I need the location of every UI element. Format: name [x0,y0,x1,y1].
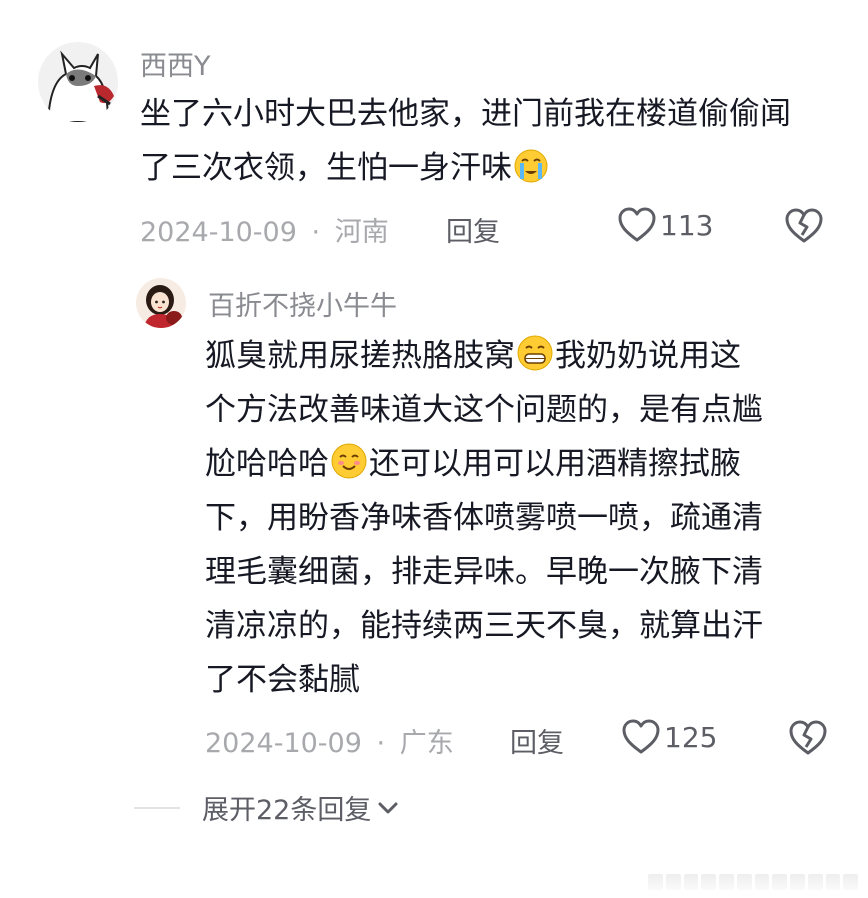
like-count: 113 [660,208,714,242]
chevron-down-icon [378,802,398,813]
like-button[interactable]: 125 [622,719,717,755]
reply-line: 狐臭就用尿搓热胳肢窝 [205,338,515,374]
avatar[interactable] [136,278,186,328]
meta-separator: · [376,728,386,759]
like-count: 125 [664,720,718,754]
reply-line: 下，用盼香净味香体喷雾喷一喷，疏通清 [205,500,763,536]
reply-content: 狐臭就用尿搓热胳肢窝 我奶奶说用这 个方法改善味道大这个问题的，是有点尴 尬哈哈哈… [205,329,763,707]
reply-button[interactable]: 回复 [446,210,500,249]
reply-line: 尬哈哈哈 [205,446,329,482]
comment-meta: 2024-10-09 · 河南 [140,210,389,249]
comment-username[interactable]: 西西Y [140,44,211,83]
expand-replies-button[interactable]: 展开22条回复 [134,788,401,827]
watermark [648,874,858,890]
comment-content: 坐了六小时大巴去他家，进门前我在楼道偷偷闻 了三次衣领，生怕一身汗味 [140,87,791,195]
smiling-face-emoji-icon [331,442,367,496]
cat-avatar-icon [38,42,118,122]
reply-date: 2024-10-09 [205,728,362,759]
comment-date: 2024-10-09 [140,217,297,248]
reply-line: 了不会黏腻 [205,662,360,698]
girl-avatar-icon [136,278,186,328]
dislike-button[interactable] [785,208,823,248]
reply-line: 理毛囊细菌，排走异味。早晚一次腋下清 [205,554,763,590]
heart-icon [618,207,656,242]
reply-line: 个方法改善味道大这个问题的，是有点尴 [205,392,763,428]
reply-username[interactable]: 百折不挠小牛牛 [208,284,397,323]
expand-replies-label: 展开22条回复 [202,795,372,826]
grinning-face-emoji-icon [517,334,553,388]
comment-line: 坐了六小时大巴去他家，进门前我在楼道偷偷闻 [140,96,791,132]
avatar[interactable] [38,42,118,122]
meta-separator: · [311,217,321,248]
expand-divider [134,806,180,809]
comment-location: 河南 [334,217,389,248]
broken-heart-icon [785,208,823,243]
reply-line: 清凉凉的，能持续两三天不臭，就算出汗 [205,608,763,644]
reply-meta: 2024-10-09 · 广东 [205,721,454,760]
heart-icon [622,719,660,754]
reply-location: 广东 [399,728,454,759]
reply-line: 还可以用可以用酒精擦拭腋 [369,446,741,482]
crying-face-emoji-icon [514,146,548,200]
comment-line: 了三次衣领，生怕一身汗味 [140,150,512,186]
reply-button[interactable]: 回复 [510,721,564,760]
dislike-button[interactable] [789,720,827,760]
like-button[interactable]: 113 [618,207,713,243]
reply-line: 我奶奶说用这 [555,338,741,374]
broken-heart-icon [789,720,827,755]
